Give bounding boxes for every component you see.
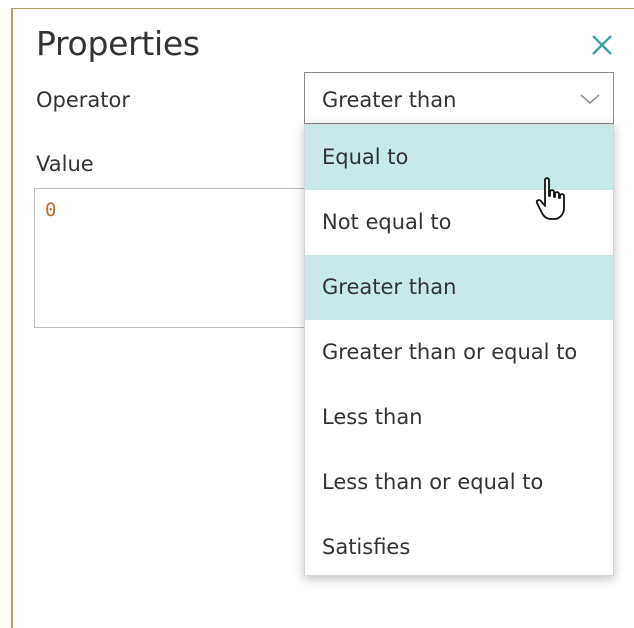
value-text: 0	[45, 199, 57, 221]
panel-title: Properties	[36, 24, 200, 63]
dropdown-option-less-than-or-equal-to[interactable]: Less than or equal to	[305, 450, 613, 515]
operator-select[interactable]: Greater than	[304, 72, 614, 124]
value-editor[interactable]: 0	[34, 188, 324, 328]
dropdown-option-greater-than-or-equal-to[interactable]: Greater than or equal to	[305, 320, 613, 385]
dropdown-option-not-equal-to[interactable]: Not equal to	[305, 190, 613, 255]
dropdown-option-less-than[interactable]: Less than	[305, 385, 613, 450]
close-button[interactable]	[583, 28, 619, 64]
value-label: Value	[36, 152, 94, 176]
dropdown-option-satisfies[interactable]: Satisfies	[305, 515, 613, 580]
close-icon	[592, 35, 612, 55]
operator-dropdown-list: Equal to Not equal to Greater than Great…	[304, 124, 614, 576]
dropdown-option-greater-than[interactable]: Greater than	[305, 255, 613, 320]
operator-label: Operator	[36, 88, 130, 112]
operator-selected-value: Greater than	[322, 88, 457, 112]
chevron-down-icon	[579, 91, 601, 111]
dropdown-option-equal-to[interactable]: Equal to	[305, 125, 613, 190]
